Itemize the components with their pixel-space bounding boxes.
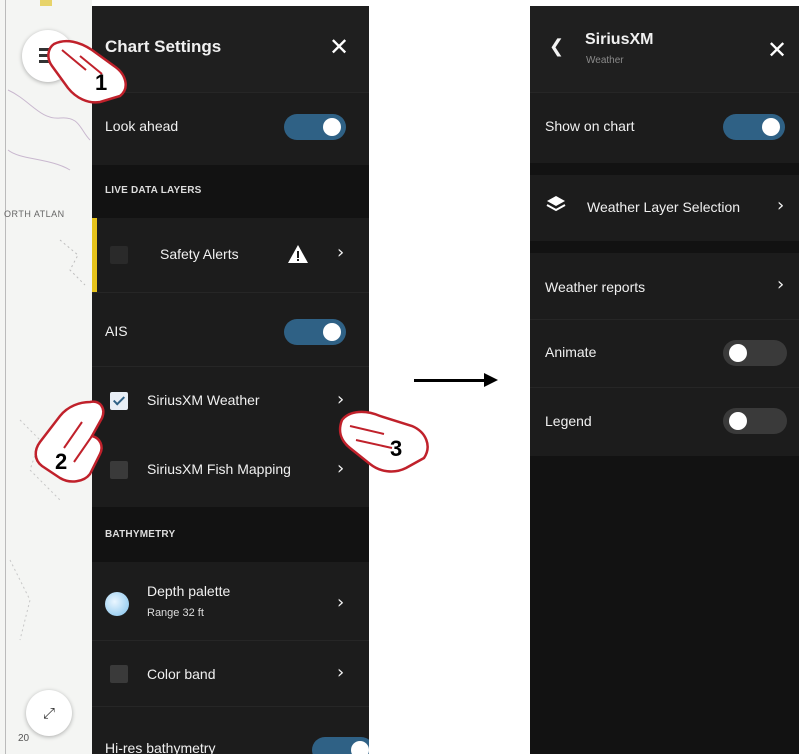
transition-arrow [414, 379, 486, 382]
live-data-layers-header: LIVE DATA LAYERS [105, 185, 202, 196]
spacer [530, 163, 799, 175]
siriusxm-title: SiriusXM [585, 31, 654, 48]
look-ahead-toggle[interactable] [284, 114, 346, 140]
legend-label: Legend [545, 413, 592, 429]
legend-toggle[interactable] [723, 408, 787, 434]
warning-icon [288, 245, 308, 263]
chevron-right-icon[interactable]: › [337, 242, 344, 263]
spacer [530, 241, 799, 253]
callout-number-3: 3 [390, 436, 403, 461]
map-scale: 20 [18, 733, 30, 744]
legend-row: Legend [530, 388, 799, 456]
safety-accent-bar [92, 218, 97, 292]
ais-label: AIS [105, 323, 128, 339]
show-on-chart-toggle[interactable] [723, 114, 785, 140]
transition-arrow-head [484, 373, 498, 387]
map-region-label: ORTH ATLAN [4, 209, 65, 219]
depth-palette-label: Depth palette [147, 583, 231, 599]
siriusxm-header: ❮ SiriusXM Weather ✕ [530, 6, 799, 92]
siriusxm-subtitle: Weather [586, 55, 624, 66]
tap-hand-icon [34, 400, 105, 483]
expand-button[interactable]: ⤢ [26, 690, 72, 736]
section-bathymetry: BATHYMETRY [92, 507, 369, 562]
weather-layer-selection-row[interactable]: Weather Layer Selection › [530, 175, 799, 241]
chevron-right-icon[interactable]: › [337, 662, 344, 683]
chart-map[interactable]: ORTH ATLAN 20 ⤢ [0, 0, 92, 754]
animate-row: Animate [530, 320, 799, 387]
chevron-right-icon[interactable]: › [777, 274, 784, 295]
color-band-label: Color band [147, 666, 216, 682]
back-chevron-icon[interactable]: ❮ [549, 36, 564, 57]
siriusxm-fish-label: SiriusXM Fish Mapping [147, 461, 291, 477]
safety-alerts-row[interactable]: Safety Alerts › [92, 218, 369, 292]
callout-number-1: 1 [95, 70, 108, 95]
siriusxm-fish-checkbox[interactable] [110, 461, 128, 479]
tap-hand-icon [47, 39, 127, 104]
chevron-right-icon[interactable]: › [337, 592, 344, 613]
color-band-checkbox[interactable] [110, 665, 128, 683]
callout-number-2: 2 [55, 449, 68, 474]
ais-toggle[interactable] [284, 319, 346, 345]
map-lines [7, 0, 91, 641]
weather-reports-row[interactable]: Weather reports › [530, 253, 799, 319]
ais-row: AIS [92, 299, 369, 365]
expand-icon: ⤢ [42, 704, 55, 722]
weather-reports-label: Weather reports [545, 279, 646, 295]
siriusxm-weather-row[interactable]: SiriusXM Weather › [92, 367, 369, 435]
weather-layer-selection-label: Weather Layer Selection [587, 199, 741, 215]
map-border [5, 0, 6, 754]
siriusxm-panel: ❮ SiriusXM Weather ✕ Show on chart Weath… [530, 6, 799, 754]
close-icon[interactable]: ✕ [767, 36, 787, 64]
show-on-chart-label: Show on chart [545, 118, 635, 134]
safety-alerts-checkbox[interactable] [110, 246, 128, 264]
depth-palette-swatch [105, 592, 129, 616]
siriusxm-weather-label: SiriusXM Weather [147, 392, 260, 408]
animate-toggle[interactable] [723, 340, 787, 366]
animate-label: Animate [545, 344, 597, 360]
chevron-right-icon[interactable]: › [777, 195, 784, 216]
hires-bathymetry-label: Hi-res bathymetry [105, 740, 216, 754]
section-live-data-layers: LIVE DATA LAYERS [92, 165, 369, 218]
bathymetry-header: BATHYMETRY [105, 529, 176, 540]
look-ahead-label: Look ahead [105, 118, 179, 134]
siriusxm-fish-row[interactable]: SiriusXM Fish Mapping › [92, 435, 369, 507]
safety-alerts-label: Safety Alerts [160, 246, 239, 262]
tap-hand-icon [338, 410, 429, 473]
depth-palette-row[interactable]: Depth palette Range 32 ft › [92, 562, 369, 640]
layers-icon [546, 196, 566, 212]
siriusxm-weather-checkbox[interactable] [110, 392, 128, 410]
close-icon[interactable]: ✕ [329, 33, 349, 61]
show-on-chart-row: Show on chart [530, 93, 799, 163]
depth-palette-range: Range 32 ft [147, 607, 204, 619]
color-band-row[interactable]: Color band › [92, 641, 369, 706]
chart-settings-panel: Chart Settings ✕ Look ahead LIVE DATA LA… [92, 6, 369, 754]
empty-area [530, 456, 799, 754]
hires-bathymetry-toggle[interactable] [312, 737, 369, 754]
hires-bathymetry-row: Hi-res bathymetry [92, 712, 369, 754]
